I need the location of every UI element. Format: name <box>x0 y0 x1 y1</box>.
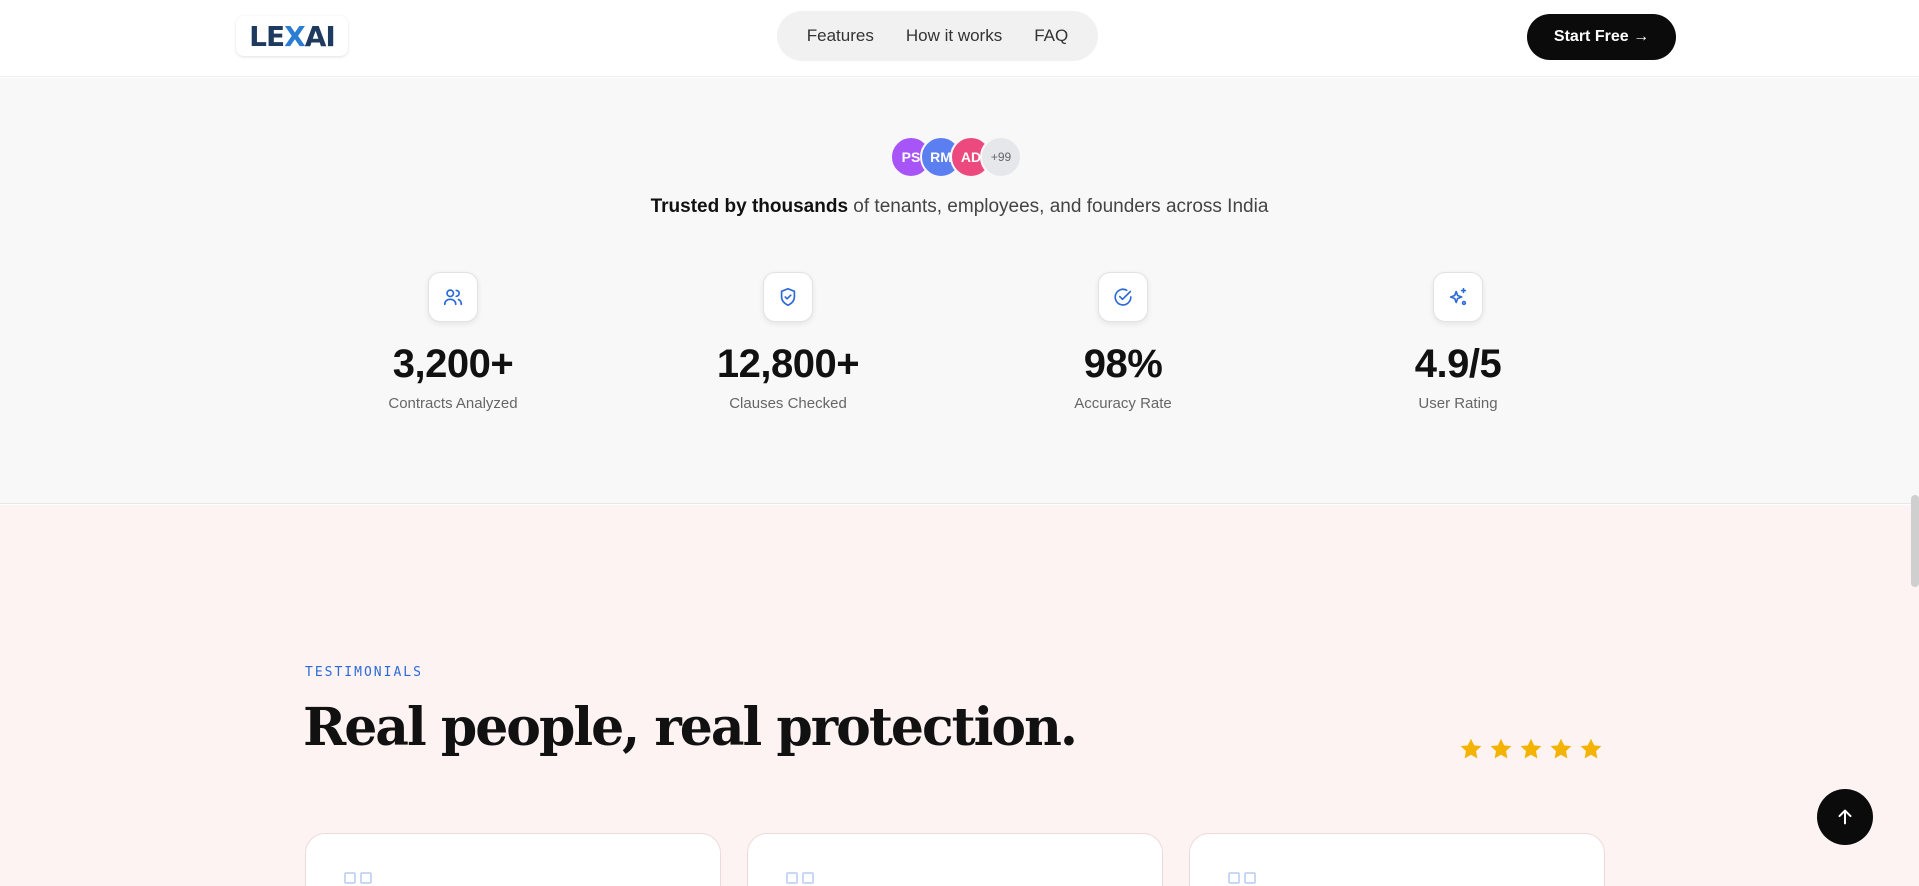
stat-user-rating: 4.9/5 User Rating <box>1338 272 1578 412</box>
stat-value: 12,800+ <box>716 342 860 386</box>
stat-value: 98% <box>1083 342 1163 386</box>
section-headline: Real people, real protection. <box>303 697 1078 758</box>
stat-label: Contracts Analyzed <box>388 395 518 412</box>
quote-icon <box>344 872 372 884</box>
nav-how-it-works[interactable]: How it works <box>906 26 1002 46</box>
star-icon <box>1550 738 1572 759</box>
start-free-button[interactable]: Start Free → <box>1527 14 1676 60</box>
page-scrollbar[interactable] <box>1911 495 1919 587</box>
avatar-stack: PS RM AD +99 <box>890 136 1022 178</box>
check-circle-icon <box>1098 272 1148 322</box>
quote-icon <box>786 872 814 884</box>
main-nav: Features How it works FAQ <box>777 11 1098 61</box>
rating-stars <box>1458 736 1604 762</box>
nav-features[interactable]: Features <box>807 26 874 46</box>
scroll-to-top-button[interactable] <box>1817 789 1873 845</box>
quote-icon <box>1228 872 1256 884</box>
star-icon <box>1460 738 1482 759</box>
testimonials-section: TESTIMONIALS Real people, real protectio… <box>0 505 1919 886</box>
site-header: LEXAI Features How it works FAQ Start Fr… <box>0 0 1919 77</box>
stat-label: Clauses Checked <box>729 395 847 412</box>
star-icon <box>1580 738 1602 759</box>
logo-text: LEXAI <box>249 19 336 53</box>
trusted-bold: Trusted by thousands <box>650 196 849 217</box>
stat-contracts-analyzed: 3,200+ Contracts Analyzed <box>333 272 573 412</box>
trusted-text: Trusted by thousands of tenants, employe… <box>0 196 1919 218</box>
nav-faq[interactable]: FAQ <box>1034 26 1068 46</box>
shield-check-icon <box>763 272 813 322</box>
users-icon <box>428 272 478 322</box>
stat-value: 3,200+ <box>392 342 514 386</box>
arrow-up-icon <box>1838 809 1852 825</box>
stat-value: 4.9/5 <box>1414 342 1502 386</box>
stat-label: Accuracy Rate <box>1074 395 1172 412</box>
section-eyebrow: TESTIMONIALS <box>305 665 423 680</box>
testimonial-card <box>1189 833 1605 886</box>
stats-section: PS RM AD +99 Trusted by thousands of ten… <box>0 78 1919 504</box>
stat-label: User Rating <box>1418 395 1498 412</box>
sparkles-icon <box>1433 272 1483 322</box>
logo[interactable]: LEXAI <box>236 16 348 56</box>
testimonial-card <box>747 833 1163 886</box>
stat-accuracy-rate: 98% Accuracy Rate <box>1003 272 1243 412</box>
testimonial-card <box>305 833 721 886</box>
avatar-more-count: +99 <box>980 136 1022 178</box>
star-icon <box>1520 738 1542 759</box>
star-icon <box>1490 738 1512 759</box>
stat-clauses-checked: 12,800+ Clauses Checked <box>668 272 908 412</box>
trusted-rest: of tenants, employees, and founders acro… <box>848 196 1269 217</box>
